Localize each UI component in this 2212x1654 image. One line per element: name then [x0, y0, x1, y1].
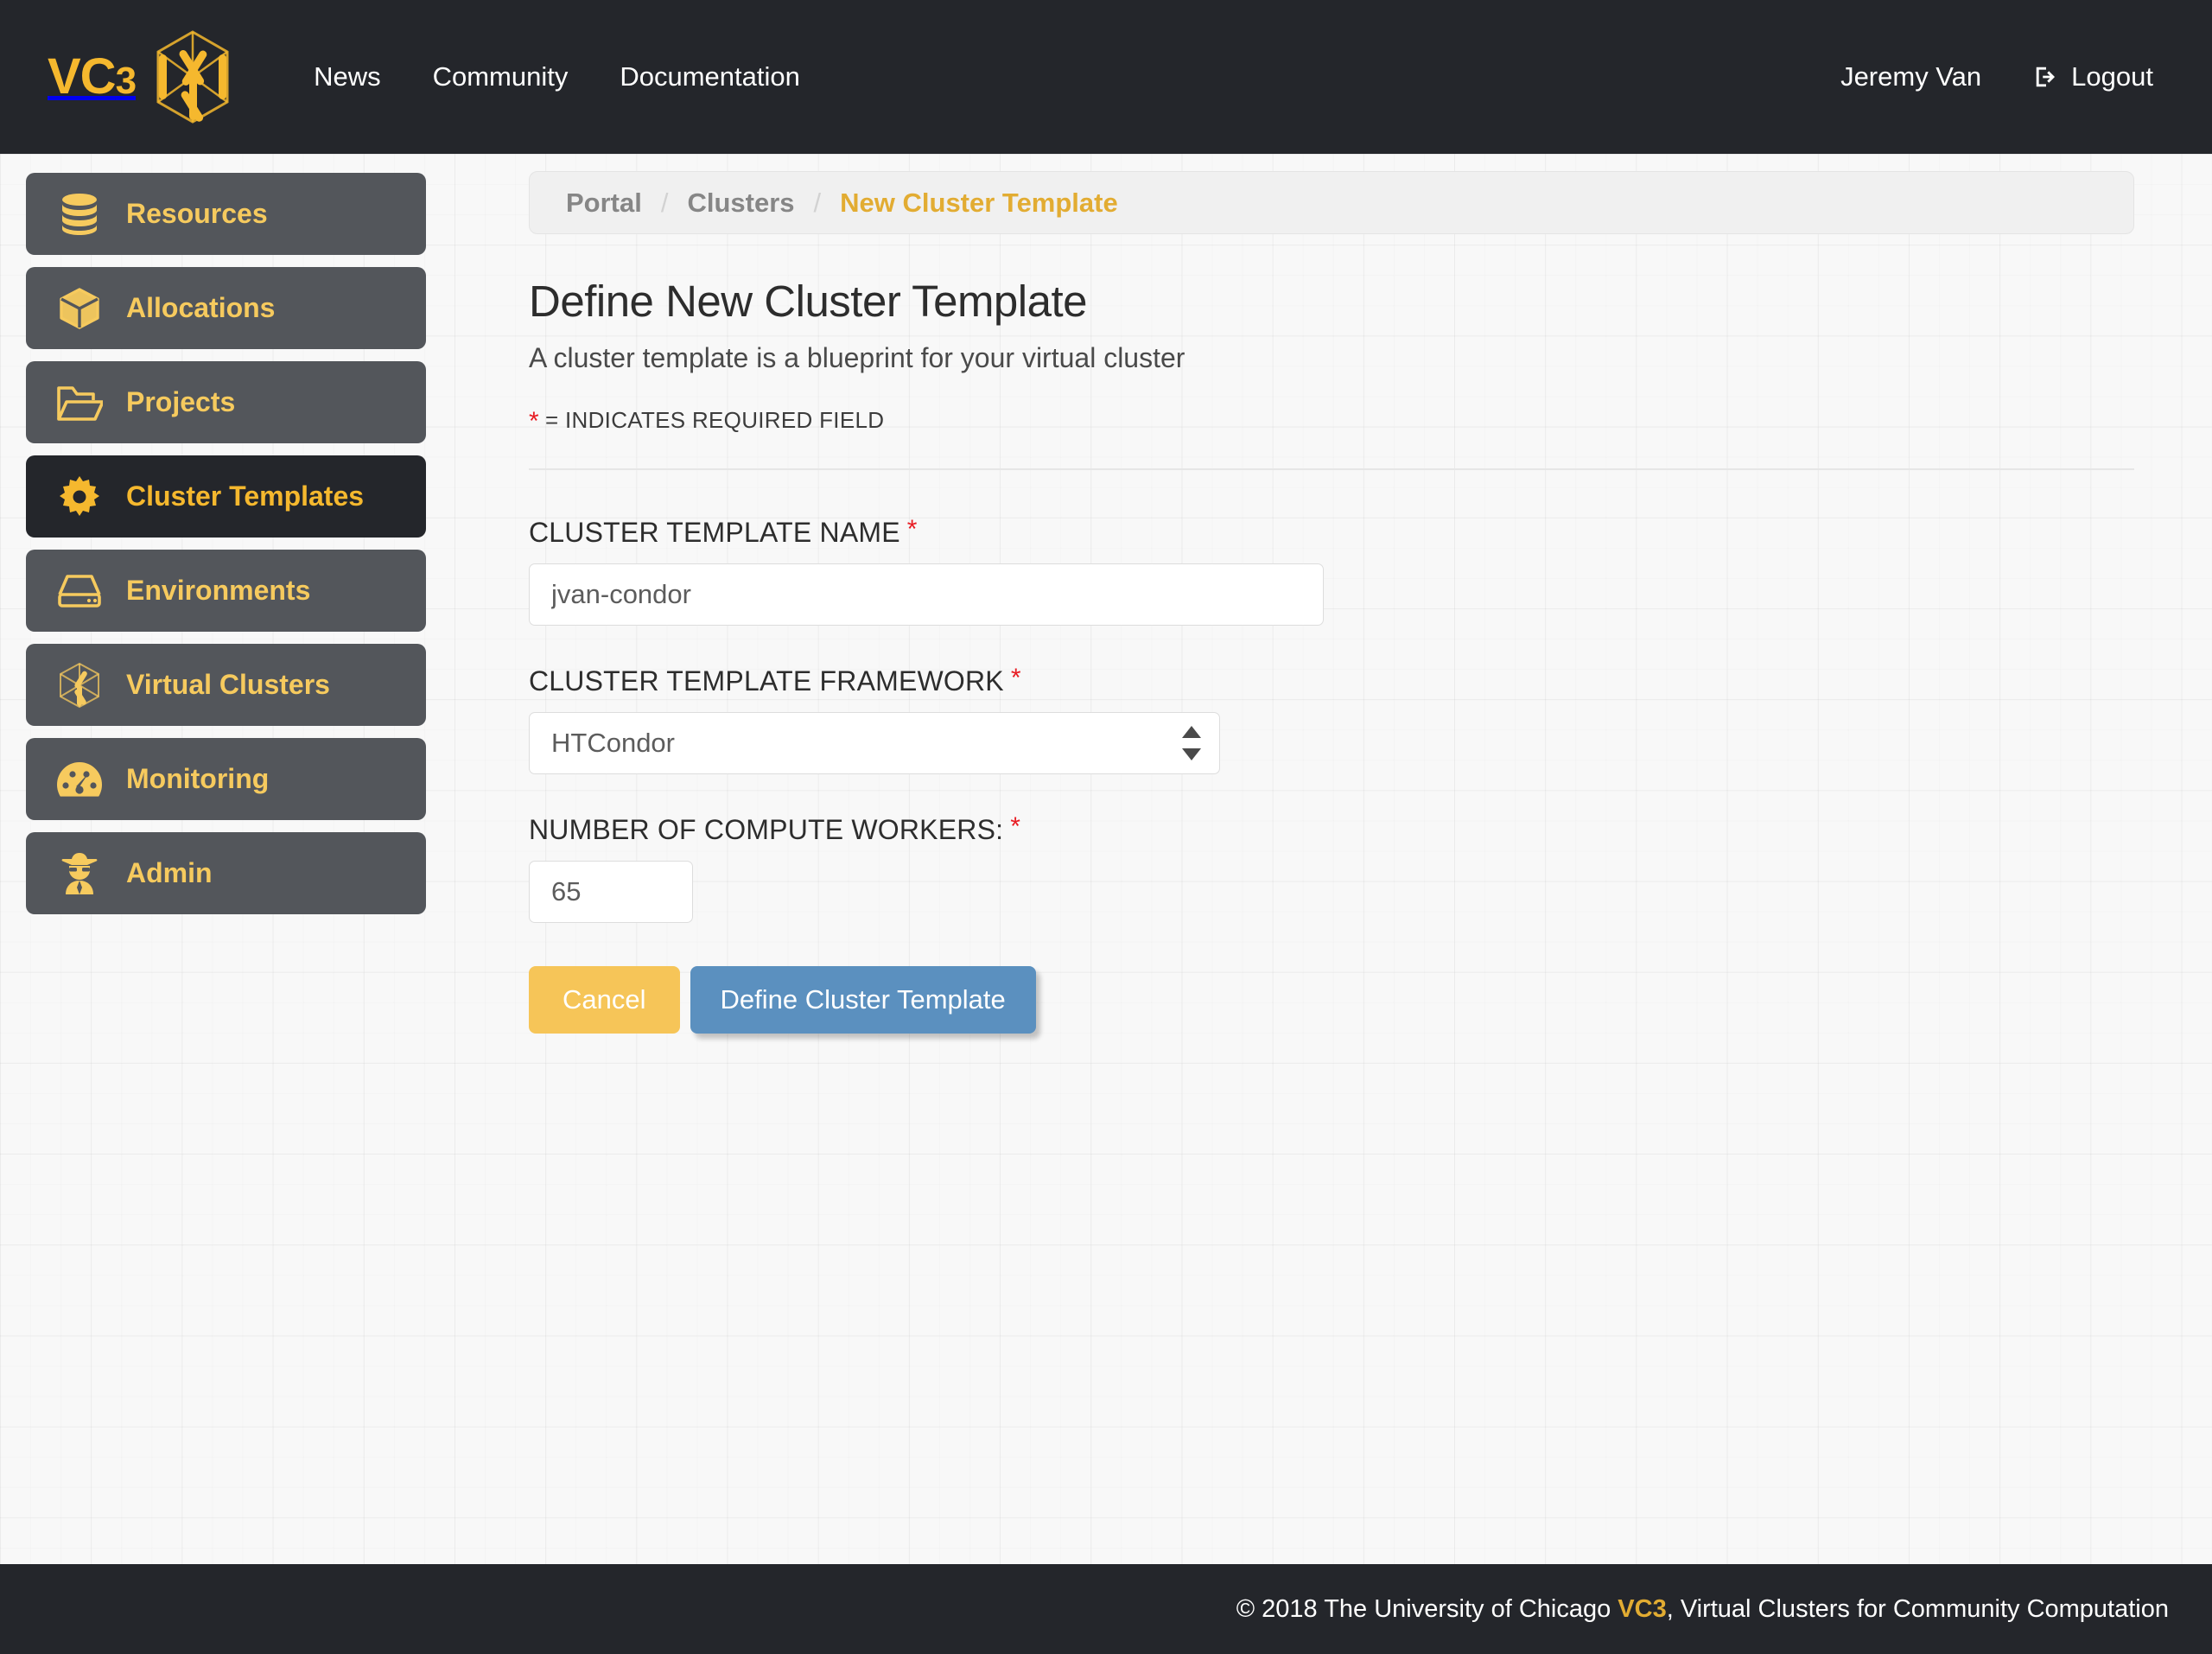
breadcrumb-separator: / [813, 187, 822, 218]
primary-nav: News Community Documentation [288, 53, 826, 101]
cluster-template-framework-label: CLUSTER TEMPLATE FRAMEWORK * [529, 665, 2134, 697]
sidebar-item-environments[interactable]: Environments [26, 550, 426, 632]
field-label-text: NUMBER OF COMPUTE WORKERS: [529, 814, 1004, 845]
sidebar-item-admin[interactable]: Admin [26, 832, 426, 914]
sidebar-nav: Resources Allocations Projects Cluster T… [0, 154, 449, 1564]
logout-label: Logout [2071, 61, 2153, 92]
sidebar-item-label: Monitoring [126, 763, 270, 794]
dashboard-gauge-icon [55, 755, 104, 804]
required-note-text: = INDICATES REQUIRED FIELD [544, 407, 885, 433]
sidebar-item-projects[interactable]: Projects [26, 361, 426, 443]
current-user-name: Jeremy Van [1840, 61, 1982, 92]
breadcrumb: Portal / Clusters / New Cluster Template [529, 171, 2134, 234]
page-footer: © 2018 The University of Chicago VC3, Vi… [0, 1564, 2212, 1654]
sidebar-item-label: Environments [126, 575, 311, 606]
required-field-note: * = INDICATES REQUIRED FIELD [529, 407, 2134, 436]
sidebar-item-label: Cluster Templates [126, 480, 365, 512]
cluster-template-name-label: CLUSTER TEMPLATE NAME * [529, 517, 2134, 549]
sidebar-item-label: Resources [126, 198, 268, 229]
user-secret-icon [55, 849, 104, 898]
compute-workers-input[interactable] [529, 861, 693, 923]
vc3-hexagon-logo-icon [151, 29, 234, 125]
required-asterisk: * [1010, 664, 1021, 692]
brand-logo-link[interactable]: VC3 [48, 29, 234, 125]
sidebar-item-label: Virtual Clusters [126, 669, 330, 700]
page-subtitle: A cluster template is a blueprint for yo… [529, 342, 1185, 373]
top-navbar: VC3 News Community Documentation Jeremy … [0, 0, 2212, 154]
sidebar-item-resources[interactable]: Resources [26, 173, 426, 255]
footer-brand: VC3 [1618, 1594, 1667, 1623]
nav-user-area: Jeremy Van Logout [1813, 53, 2169, 101]
framework-selected-value: HTCondor [529, 712, 1220, 774]
sidebar-item-label: Admin [126, 857, 213, 888]
form-actions: Cancel Define Cluster Template [529, 966, 2134, 1034]
copyright-text: © 2018 The University of Chicago VC3, Vi… [1236, 1595, 2169, 1624]
body-container: Resources Allocations Projects Cluster T… [0, 154, 2212, 1564]
breadcrumb-item-clusters[interactable]: Clusters [687, 188, 794, 219]
cluster-template-framework-select[interactable]: HTCondor [529, 712, 1220, 774]
breadcrumb-item-current: New Cluster Template [840, 187, 1118, 218]
breadcrumb-item-portal[interactable]: Portal [566, 188, 642, 219]
main-content: Portal / Clusters / New Cluster Template… [449, 154, 2212, 1564]
folder-open-icon [55, 379, 104, 427]
nav-link-news[interactable]: News [288, 53, 407, 101]
cluster-template-name-input[interactable] [529, 563, 1324, 626]
footer-text-after: , Virtual Clusters for Community Computa… [1666, 1594, 2169, 1623]
nav-link-community[interactable]: Community [407, 53, 594, 101]
cube-icon [55, 284, 104, 333]
sidebar-item-label: Allocations [126, 292, 276, 323]
hexagon-cube-icon [55, 661, 104, 709]
app-root: VC3 News Community Documentation Jeremy … [0, 0, 2212, 1654]
sidebar-item-cluster-templates[interactable]: Cluster Templates [26, 455, 426, 538]
field-label-text: CLUSTER TEMPLATE NAME [529, 517, 900, 548]
cancel-button[interactable]: Cancel [529, 966, 680, 1034]
breadcrumb-separator: / [660, 187, 669, 218]
sidebar-item-allocations[interactable]: Allocations [26, 267, 426, 349]
database-icon [55, 190, 104, 239]
page-title: Define New Cluster Template [529, 277, 1088, 326]
nav-link-documentation[interactable]: Documentation [594, 53, 826, 101]
required-asterisk: * [906, 515, 918, 544]
brand-wordmark: VC3 [48, 48, 137, 105]
required-asterisk: * [529, 407, 539, 436]
hard-drive-icon [55, 567, 104, 615]
footer-text-before: © 2018 The University of Chicago [1236, 1594, 1618, 1623]
sidebar-item-monitoring[interactable]: Monitoring [26, 738, 426, 820]
sidebar-item-virtual-clusters[interactable]: Virtual Clusters [26, 644, 426, 726]
field-label-text: CLUSTER TEMPLATE FRAMEWORK [529, 665, 1004, 697]
section-divider [529, 468, 2134, 470]
sign-out-icon [2033, 64, 2059, 90]
compute-workers-label: NUMBER OF COMPUTE WORKERS: * [529, 814, 2134, 846]
gear-icon [55, 473, 104, 521]
chevron-updown-icon [1182, 726, 1201, 760]
sidebar-item-label: Projects [126, 386, 236, 417]
logout-button[interactable]: Logout [2009, 53, 2169, 101]
required-asterisk: * [1010, 812, 1021, 841]
define-cluster-template-button[interactable]: Define Cluster Template [690, 966, 1036, 1034]
